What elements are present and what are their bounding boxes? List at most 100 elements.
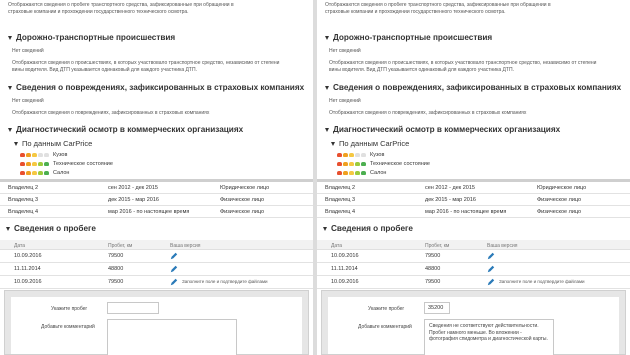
rating-cars-icon — [20, 162, 49, 166]
collapse-triangle-icon — [8, 85, 12, 90]
car-rating-icon — [343, 171, 348, 175]
car-rating-icon — [361, 162, 366, 166]
car-rating-icon — [44, 162, 49, 166]
comment-label: Добавьте комментарий — [41, 324, 95, 330]
panel-before: Отображаются сведения о пробеге транспор… — [0, 0, 313, 355]
car-rating-icon — [38, 162, 43, 166]
section-diag-title[interactable]: Диагностический осмотр в коммерческих ор… — [325, 125, 560, 134]
car-rating-icon — [26, 153, 31, 157]
collapse-triangle-icon — [14, 141, 18, 146]
owner-row: Владелец 4 мар 2016 - по настоящее время… — [317, 206, 630, 218]
collapse-triangle-icon — [323, 226, 327, 231]
dtp-nodata: Нет сведений — [12, 48, 44, 54]
car-rating-icon — [20, 153, 25, 157]
car-rating-icon — [20, 171, 25, 175]
pencil-icon[interactable] — [170, 278, 178, 286]
car-rating-icon — [44, 171, 49, 175]
car-rating-icon — [337, 153, 342, 157]
carprice-row-tech: Техническое состояние — [20, 161, 113, 167]
comment-textarea[interactable]: Сведения не соответствуют действительнос… — [424, 319, 554, 355]
car-rating-icon — [20, 162, 25, 166]
mileage-row: 10.09.2016 79500 Заполните поле и подтве… — [0, 276, 313, 289]
collapse-triangle-icon — [331, 141, 335, 146]
pencil-icon[interactable] — [487, 265, 495, 273]
car-rating-icon — [349, 153, 354, 157]
collapse-triangle-icon — [325, 35, 329, 40]
mileage-input[interactable] — [107, 302, 159, 314]
mileage-input-label: Укажите пробег — [368, 306, 405, 312]
car-rating-icon — [355, 171, 360, 175]
damage-nodata: Нет сведений — [329, 98, 361, 104]
pencil-icon[interactable] — [170, 265, 178, 273]
rating-cars-icon — [337, 171, 366, 175]
mileage-row: 11.11.2014 48800 — [317, 263, 630, 276]
section-mileage-title[interactable]: Сведения о пробеге — [323, 224, 413, 233]
car-rating-icon — [355, 153, 360, 157]
section-diag-title[interactable]: Диагностический осмотр в коммерческих ор… — [8, 125, 243, 134]
collapse-triangle-icon — [325, 127, 329, 132]
carprice-row-body: Кузов — [337, 152, 384, 158]
car-rating-icon — [349, 171, 354, 175]
edit-hint: Заполните поле и подтвердите файлами — [182, 279, 268, 284]
comment-label: Добавьте комментарий — [358, 324, 412, 330]
car-rating-icon — [44, 153, 49, 157]
mileage-table-header: Дата Пробег, км Ваша версия — [0, 240, 313, 250]
panel-after: Отображаются сведения о пробеге транспор… — [317, 0, 630, 355]
car-rating-icon — [361, 171, 366, 175]
edit-hint: Заполните поле и подтвердите файлами — [499, 279, 585, 284]
car-rating-icon — [32, 162, 37, 166]
car-rating-icon — [343, 162, 348, 166]
mileage-row: 10.09.2016 79500 Заполните поле и подтве… — [317, 276, 630, 289]
damage-nodata: Нет сведений — [12, 98, 44, 104]
car-rating-icon — [337, 162, 342, 166]
form-body: Укажите пробег Добавьте комментарий — [11, 297, 302, 355]
owner-row: Владелец 2 сен 2012 - дек 2015 Юридическ… — [317, 182, 630, 194]
report-bottom: Владелец 2 сен 2012 - дек 2015 Юридическ… — [317, 182, 630, 355]
collapse-triangle-icon — [325, 85, 329, 90]
mileage-row: 11.11.2014 48800 — [0, 263, 313, 276]
damage-desc: Отображаются сведения о повреждениях, за… — [329, 110, 527, 116]
pencil-icon[interactable] — [487, 252, 495, 260]
mileage-input[interactable] — [424, 302, 450, 314]
comment-textarea[interactable] — [107, 319, 237, 355]
rating-cars-icon — [20, 153, 49, 157]
mileage-input-label: Укажите пробег — [51, 306, 88, 312]
collapse-triangle-icon — [8, 35, 12, 40]
mileage-edit-form: Укажите пробег Добавьте комментарий Свед… — [321, 290, 626, 355]
collapse-triangle-icon — [6, 226, 10, 231]
dtp-desc: Отображаются сведения о происшествиях, в… — [12, 60, 280, 73]
carprice-row-salon: Салон — [337, 170, 386, 176]
car-rating-icon — [32, 153, 37, 157]
section-dtp-title[interactable]: Дорожно-транспортные происшествия — [8, 33, 175, 42]
rating-cars-icon — [337, 153, 366, 157]
dtp-nodata: Нет сведений — [329, 48, 361, 54]
section-damage-title[interactable]: Сведения о повреждениях, зафиксированных… — [325, 83, 621, 92]
car-rating-icon — [361, 153, 366, 157]
form-body: Укажите пробег Добавьте комментарий Свед… — [328, 297, 619, 355]
carprice-subtitle[interactable]: По данным CarPrice — [14, 139, 92, 148]
car-rating-icon — [349, 162, 354, 166]
mileage-row: 10.09.2016 79500 — [0, 250, 313, 263]
pencil-icon[interactable] — [170, 252, 178, 260]
car-rating-icon — [343, 153, 348, 157]
carprice-row-salon: Салон — [20, 170, 69, 176]
owner-row: Владелец 3 дек 2015 - мар 2016 Физическо… — [317, 194, 630, 206]
car-rating-icon — [32, 171, 37, 175]
carprice-row-tech: Техническое состояние — [337, 161, 430, 167]
collapse-triangle-icon — [8, 127, 12, 132]
owner-row: Владелец 3 дек 2015 - мар 2016 Физическо… — [0, 194, 313, 206]
car-rating-icon — [38, 153, 43, 157]
car-rating-icon — [337, 171, 342, 175]
carprice-subtitle[interactable]: По данным CarPrice — [331, 139, 409, 148]
car-rating-icon — [355, 162, 360, 166]
intro-text: Отображаются сведения о пробеге транспор… — [325, 2, 551, 15]
section-dtp-title[interactable]: Дорожно-транспортные происшествия — [325, 33, 492, 42]
mileage-edit-form: Укажите пробег Добавьте комментарий — [4, 290, 309, 355]
rating-cars-icon — [20, 171, 49, 175]
car-rating-icon — [26, 162, 31, 166]
owner-row: Владелец 4 мар 2016 - по настоящее время… — [0, 206, 313, 218]
section-mileage-title[interactable]: Сведения о пробеге — [6, 224, 96, 233]
section-damage-title[interactable]: Сведения о повреждениях, зафиксированных… — [8, 83, 304, 92]
damage-desc: Отображаются сведения о повреждениях, за… — [12, 110, 210, 116]
pencil-icon[interactable] — [487, 278, 495, 286]
